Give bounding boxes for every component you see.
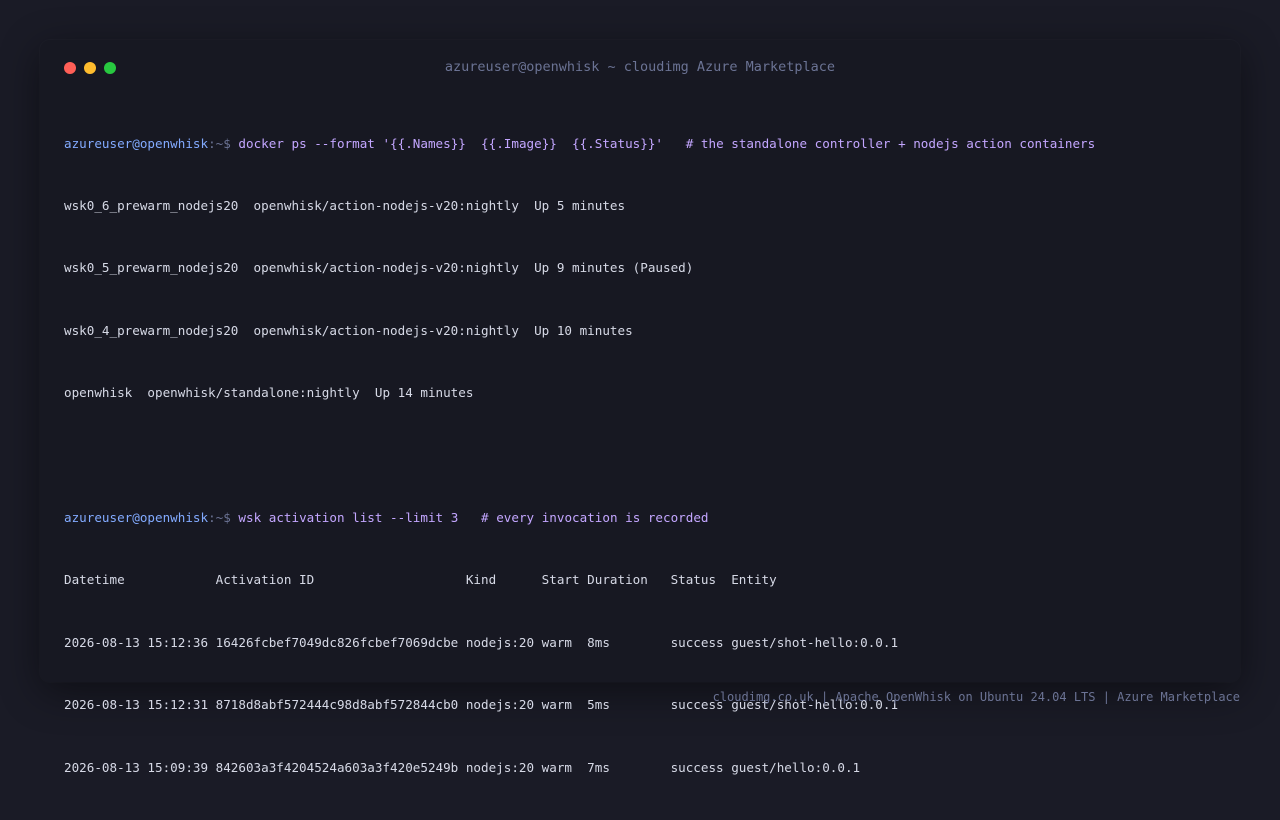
prompt-path: :~$ xyxy=(208,135,231,151)
activation-row: 2026-08-13 15:12:36 16426fcbef7049dc826f… xyxy=(64,634,899,650)
comment-docker: # the standalone controller + nodejs act… xyxy=(685,135,1096,151)
activation-table-header: Datetime Activation ID Kind Start Durati… xyxy=(64,572,777,588)
prompt-user-host: azureuser@openwhisk xyxy=(64,135,209,151)
window-title: azureuser@openwhisk ~ cloudimg Azure Mar… xyxy=(444,59,836,75)
command-wsk-activation: wsk activation list --limit 3 xyxy=(238,509,459,525)
terminal-window: azureuser@openwhisk ~ cloudimg Azure Mar… xyxy=(40,40,1240,775)
docker-row: wsk0_5_prewarm_nodejs20 openwhisk/action… xyxy=(64,260,694,276)
prompt-user-host: azureuser@openwhisk xyxy=(64,509,209,525)
footer-caption: cloudimg.co.uk | Apache OpenWhisk on Ubu… xyxy=(712,690,1240,704)
docker-row: wsk0_4_prewarm_nodejs20 openwhisk/action… xyxy=(64,322,633,338)
prompt-line-docker: azureuser@openwhisk:~$ docker ps --forma… xyxy=(64,134,1220,155)
docker-row: openwhisk openwhisk/standalone:nightly U… xyxy=(64,385,474,401)
comment-wsk: # every invocation is recorded xyxy=(481,509,709,525)
title-bar: azureuser@openwhisk ~ cloudimg Azure Mar… xyxy=(40,40,1240,96)
activation-row: 2026-08-13 15:09:39 842603a3f4204524a603… xyxy=(64,759,861,775)
command-docker-ps: docker ps --format '{{.Names}} {{.Image}… xyxy=(238,135,664,151)
prompt-path: :~$ xyxy=(208,509,231,525)
terminal-output[interactable]: azureuser@openwhisk:~$ docker ps --forma… xyxy=(64,92,1220,820)
docker-row: wsk0_6_prewarm_nodejs20 openwhisk/action… xyxy=(64,197,626,213)
prompt-line-wsk: azureuser@openwhisk:~$ wsk activation li… xyxy=(64,508,1220,529)
